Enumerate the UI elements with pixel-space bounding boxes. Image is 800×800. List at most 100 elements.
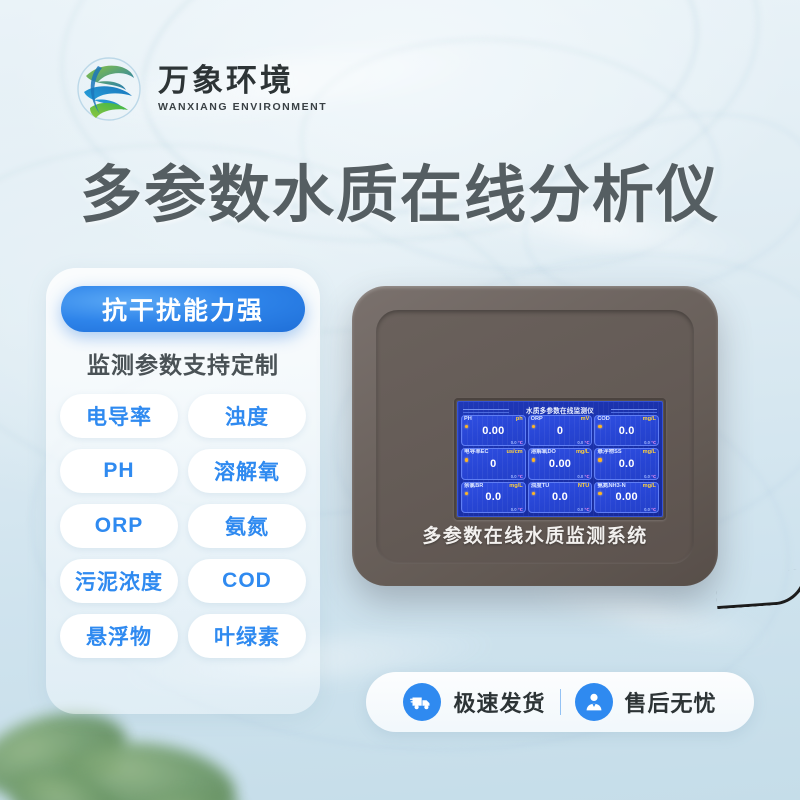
status-indicator-dot (531, 458, 535, 462)
brand-name-en: WANXIANG ENVIRONMENT (158, 101, 328, 114)
temperature-unit: ℃ (584, 440, 590, 446)
product-poster: 万象环境 WANXIANG ENVIRONMENT 多参数水质在线分析仪 抗干扰… (0, 0, 800, 800)
measurement-cell[interactable]: ORP mV 0 0.0 ℃ (527, 415, 593, 447)
temperature-unit: ℃ (584, 507, 590, 512)
service-label: 售后无忧 (624, 691, 717, 716)
device-front-panel: 水质多参数在线监测仪 PH ph 0.00 0.0 ℃ ORP mV 0 0.0… (376, 310, 694, 564)
measurement-value: 0.0 (618, 424, 635, 437)
analyzer-device: 水质多参数在线监测仪 PH ph 0.00 0.0 ℃ ORP mV 0 0.0… (352, 286, 718, 586)
temperature-unit: ℃ (584, 473, 590, 479)
parameter-chip[interactable]: 污泥浓度 (60, 559, 178, 603)
measurement-cell[interactable]: 浊度TU NTU 0.0 0.0 ℃ (527, 481, 593, 513)
temperature-value: 0.0 (577, 507, 584, 512)
screen-bezel: 水质多参数在线监测仪 PH ph 0.00 0.0 ℃ ORP mV 0 0.0… (454, 398, 666, 520)
measurement-name: 余氯BR (464, 482, 484, 489)
measurement-temperature: 0.0 ℃ (577, 507, 589, 512)
measurement-temperature: 0.0 ℃ (644, 474, 656, 479)
measurement-cell[interactable]: 余氯BR mg/L 0.0 0.0 ℃ (461, 481, 526, 513)
measurement-unit: NTU (577, 482, 590, 489)
temperature-unit: ℃ (517, 507, 523, 512)
measurement-unit: us/cm (506, 449, 523, 456)
parameter-chip[interactable]: 浊度 (188, 394, 306, 438)
status-indicator-dot (465, 458, 469, 462)
parameter-chip[interactable]: PH (60, 449, 178, 493)
status-indicator-dot (598, 425, 602, 429)
status-indicator-dot (598, 458, 602, 462)
measurement-name: 氨氮NH3-N (597, 482, 626, 489)
measurement-value: 0.00 (482, 424, 505, 437)
temperature-value: 0.0 (644, 473, 650, 479)
status-indicator-dot (531, 425, 535, 429)
temperature-value: 0.0 (577, 473, 584, 479)
support-agent-icon (574, 683, 613, 721)
screen-title: 水质多参数在线监测仪 (461, 404, 659, 415)
status-indicator-dot (531, 491, 535, 495)
parameter-chip[interactable]: 溶解氧 (188, 449, 306, 493)
service-item-aftersales[interactable]: 售后无忧 (574, 683, 717, 721)
page-title: 多参数水质在线分析仪 (79, 161, 720, 230)
brand-logo: 万象环境 WANXIANG ENVIRONMENT (72, 52, 327, 126)
parameter-chip[interactable]: ORP (60, 504, 178, 548)
measurement-unit: mg/L (642, 482, 656, 489)
measurement-value: 0.00 (548, 457, 572, 470)
service-divider (559, 689, 561, 715)
temperature-value: 0.0 (510, 440, 517, 446)
temperature-value: 0.0 (510, 507, 517, 512)
measurement-temperature: 0.0 ℃ (644, 440, 656, 445)
measurement-cell[interactable]: 溶解氧DO mg/L 0.00 0.0 ℃ (527, 448, 593, 480)
device-screen[interactable]: 水质多参数在线监测仪 PH ph 0.00 0.0 ℃ ORP mV 0 0.0… (457, 401, 663, 517)
temperature-unit: ℃ (517, 473, 523, 479)
temperature-unit: ℃ (517, 440, 523, 446)
brand-name-cn: 万象环境 (158, 62, 294, 98)
measurement-name: 悬浮物SS (597, 449, 622, 456)
measurement-temperature: 0.0 ℃ (577, 474, 589, 479)
measurement-name: 溶解氧DO (530, 449, 556, 456)
feature-card: 抗干扰能力强 监测参数支持定制 电导率 浊度 PH 溶解氧 ORP 氨氮 污泥浓… (46, 268, 320, 714)
parameter-chip[interactable]: 叶绿素 (188, 614, 306, 658)
measurement-temperature: 0.0 ℃ (644, 507, 656, 512)
measurement-name: COD (597, 416, 610, 422)
measurement-unit: ph (515, 416, 523, 422)
feature-badge: 抗干扰能力强 (61, 286, 305, 332)
service-label: 极速发货 (453, 691, 546, 716)
measurement-value: 0 (556, 424, 564, 437)
measurement-value: 0.0 (552, 491, 568, 504)
measurement-value: 0.0 (618, 457, 635, 470)
measurement-name: 浊度TU (530, 482, 550, 489)
service-banner: 极速发货 售后无忧 (366, 672, 754, 732)
measurement-unit: mg/L (509, 482, 523, 489)
feature-subtitle: 监测参数支持定制 (87, 352, 279, 378)
parameter-chip[interactable]: 氨氮 (188, 504, 306, 548)
status-indicator-dot (598, 491, 602, 495)
temperature-unit: ℃ (650, 440, 656, 446)
measurement-cell[interactable]: COD mg/L 0.0 0.0 ℃ (594, 415, 659, 447)
measurement-temperature: 0.0 ℃ (577, 440, 589, 445)
measurement-temperature: 0.0 ℃ (511, 507, 523, 512)
measurement-value: 0 (490, 457, 497, 470)
measurement-name: PH (464, 416, 472, 422)
measurement-cell[interactable]: 电导率EC us/cm 0 0.0 ℃ (461, 448, 526, 480)
measurement-unit: mg/L (642, 449, 656, 456)
measurement-cell[interactable]: 氨氮NH3-N mg/L 0.00 0.0 ℃ (594, 481, 659, 513)
temperature-value: 0.0 (644, 440, 650, 446)
temperature-value: 0.0 (644, 507, 650, 512)
temperature-unit: ℃ (650, 473, 656, 479)
parameter-chip[interactable]: 电导率 (60, 394, 178, 438)
measurement-unit: mg/L (642, 416, 656, 422)
parameter-chip[interactable]: 悬浮物 (60, 614, 178, 658)
globe-swoosh-icon (72, 52, 146, 126)
temperature-value: 0.0 (577, 440, 584, 446)
measurement-temperature: 0.0 ℃ (511, 474, 523, 479)
measurement-value: 0.00 (615, 491, 638, 504)
status-indicator-dot (465, 491, 469, 495)
measurement-value: 0.0 (485, 491, 502, 504)
temperature-value: 0.0 (510, 473, 517, 479)
measurement-cell[interactable]: PH ph 0.00 0.0 ℃ (461, 415, 526, 447)
measurement-cell[interactable]: 悬浮物SS mg/L 0.0 0.0 ℃ (594, 448, 659, 480)
measurement-unit: mV (580, 416, 590, 422)
temperature-unit: ℃ (650, 507, 656, 512)
service-item-shipping[interactable]: 极速发货 (403, 683, 545, 721)
measurement-name: ORP (530, 416, 543, 422)
measurement-name: 电导率EC (464, 449, 489, 456)
parameter-chip[interactable]: COD (188, 559, 306, 603)
